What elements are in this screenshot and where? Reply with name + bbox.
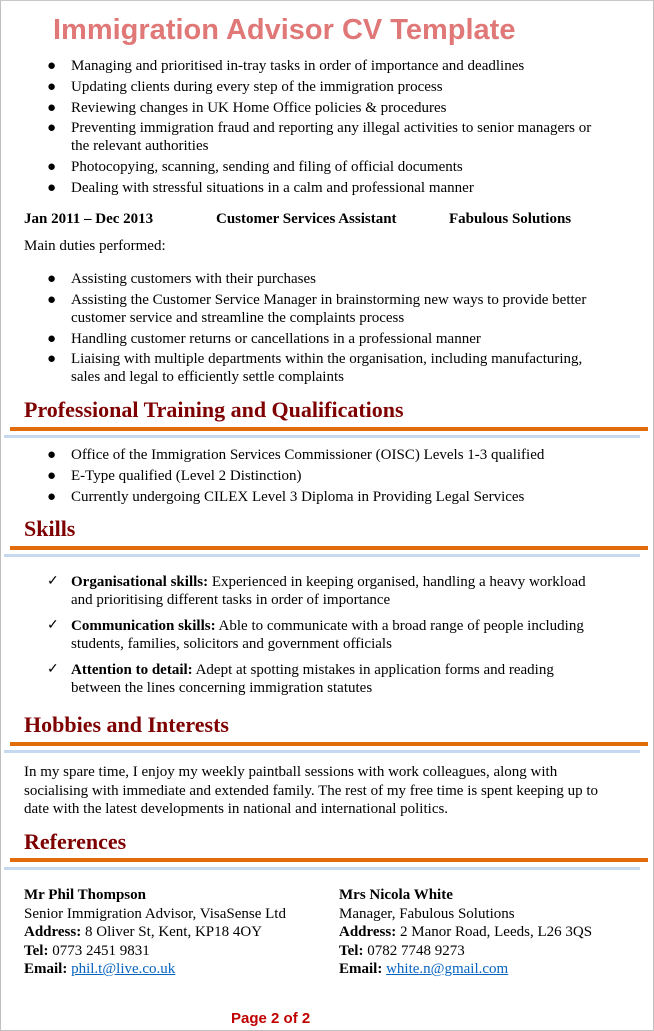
- heading-rule-blue: [4, 867, 640, 870]
- bullet-icon: ●: [47, 78, 57, 95]
- skills-heading: Skills: [24, 516, 76, 541]
- list-item: ● Currently undergoing CILEX Level 3 Dipl…: [47, 488, 525, 505]
- list-item: ● Managing and prioritised in-tray tasks …: [47, 58, 525, 74]
- heading-rule-blue: [4, 554, 640, 557]
- list-item: ● Handling customer returns or cancellati…: [47, 330, 481, 347]
- bullet-icon: ●: [47, 488, 57, 505]
- bullet-icon: ●: [47, 159, 57, 176]
- reference-email-link[interactable]: phil.t@live.co.uk: [71, 961, 175, 977]
- heading-rule-orange: [10, 546, 648, 550]
- bullet-icon: ●: [47, 58, 57, 74]
- list-item: ● Assisting the Customer Service Manager …: [47, 291, 587, 326]
- reference-role: Senior Immigration Advisor, VisaSense Lt…: [24, 905, 286, 922]
- references-heading: References: [24, 829, 127, 854]
- list-item: ● E-Type qualified (Level 2 Distinction): [47, 467, 302, 484]
- reference-name: Mr Phil Thompson: [24, 887, 146, 903]
- list-item: ● Photocopying, scanning, sending and fil…: [47, 159, 463, 176]
- cv-page: Immigration Advisor CV Template ● Managin…: [0, 0, 654, 1031]
- training-list: ● Office of the Immigration Services Comm…: [1, 446, 654, 508]
- checkmark-icon: ✓: [47, 574, 59, 589]
- reference-address: 2 Manor Road, Leeds, L26 3QS: [396, 924, 593, 940]
- heading-rule-blue: [4, 750, 640, 753]
- bullet-icon: ●: [47, 120, 57, 137]
- job-header: Jan 2011 – Dec 2013 Customer Services As…: [24, 211, 644, 231]
- list-item: ● Updating clients during every step of t…: [47, 78, 443, 95]
- list-item: ● Assisting customers with their purchase…: [47, 271, 316, 287]
- heading-rule-orange: [10, 742, 648, 746]
- bullet-icon: ●: [47, 99, 57, 116]
- bullet-icon: ●: [47, 467, 57, 484]
- reference-card: Mrs Nicola White Manager, Fabulous Solut…: [339, 887, 593, 977]
- bullet-icon: ●: [47, 330, 57, 347]
- bullet-icon: ●: [47, 447, 57, 463]
- heading-rule-blue: [4, 435, 640, 438]
- checkmark-icon: ✓: [47, 618, 59, 633]
- previous-duties-list: ● Managing and prioritised in-tray tasks …: [1, 57, 654, 200]
- list-item: ✓ Organisational skills: Experienced in k…: [47, 574, 586, 608]
- job-dates: Jan 2011 – Dec 2013: [24, 211, 154, 227]
- reference-tel: 0773 2451 9831: [48, 942, 150, 959]
- list-item: ● Preventing immigration fraud and report…: [47, 120, 592, 155]
- bullet-icon: ●: [47, 291, 57, 308]
- list-item: ● Reviewing changes in UK Home Office pol…: [47, 99, 447, 116]
- reference-address: 8 Oliver St, Kent, KP18 4OY: [81, 924, 263, 940]
- reference-name: Mrs Nicola White: [339, 887, 453, 903]
- bullet-icon: ●: [47, 351, 57, 368]
- reference-card: Mr Phil Thompson Senior Immigration Advi…: [24, 887, 286, 977]
- bullet-icon: ●: [47, 179, 57, 196]
- job-company: Fabulous Solutions: [449, 211, 572, 227]
- list-item: ✓ Attention to detail: Adept at spotting …: [47, 662, 554, 696]
- reference-role: Manager, Fabulous Solutions: [339, 905, 515, 922]
- list-item: ● Dealing with stressful situations in a …: [47, 179, 474, 196]
- training-heading: Professional Training and Qualifications: [24, 397, 404, 422]
- hobbies-heading: Hobbies and Interests: [24, 712, 229, 737]
- duties-label: Main duties performed:: [24, 238, 166, 254]
- job-duties-list: ● Assisting customers with their purchase…: [1, 270, 654, 389]
- document-title: Immigration Advisor CV Template: [53, 14, 516, 46]
- reference-tel: 0782 7748 9273: [363, 942, 465, 959]
- skills-list: ✓ Organisational skills: Experienced in k…: [1, 573, 654, 705]
- reference-email-link[interactable]: white.n@gmail.com: [386, 961, 508, 977]
- hobbies-text: In my spare time, I enjoy my weekly pain…: [24, 764, 599, 817]
- list-item: ● Liaising with multiple departments with…: [47, 351, 583, 386]
- list-item: ✓ Communication skills: Able to communica…: [47, 618, 584, 652]
- bullet-icon: ●: [47, 271, 57, 287]
- page-number: Page 2 of 2: [231, 1010, 311, 1027]
- list-item: ● Office of the Immigration Services Comm…: [47, 447, 545, 463]
- heading-rule-orange: [10, 858, 648, 862]
- checkmark-icon: ✓: [47, 662, 59, 677]
- heading-rule-orange: [10, 427, 648, 431]
- job-position: Customer Services Assistant: [216, 211, 397, 227]
